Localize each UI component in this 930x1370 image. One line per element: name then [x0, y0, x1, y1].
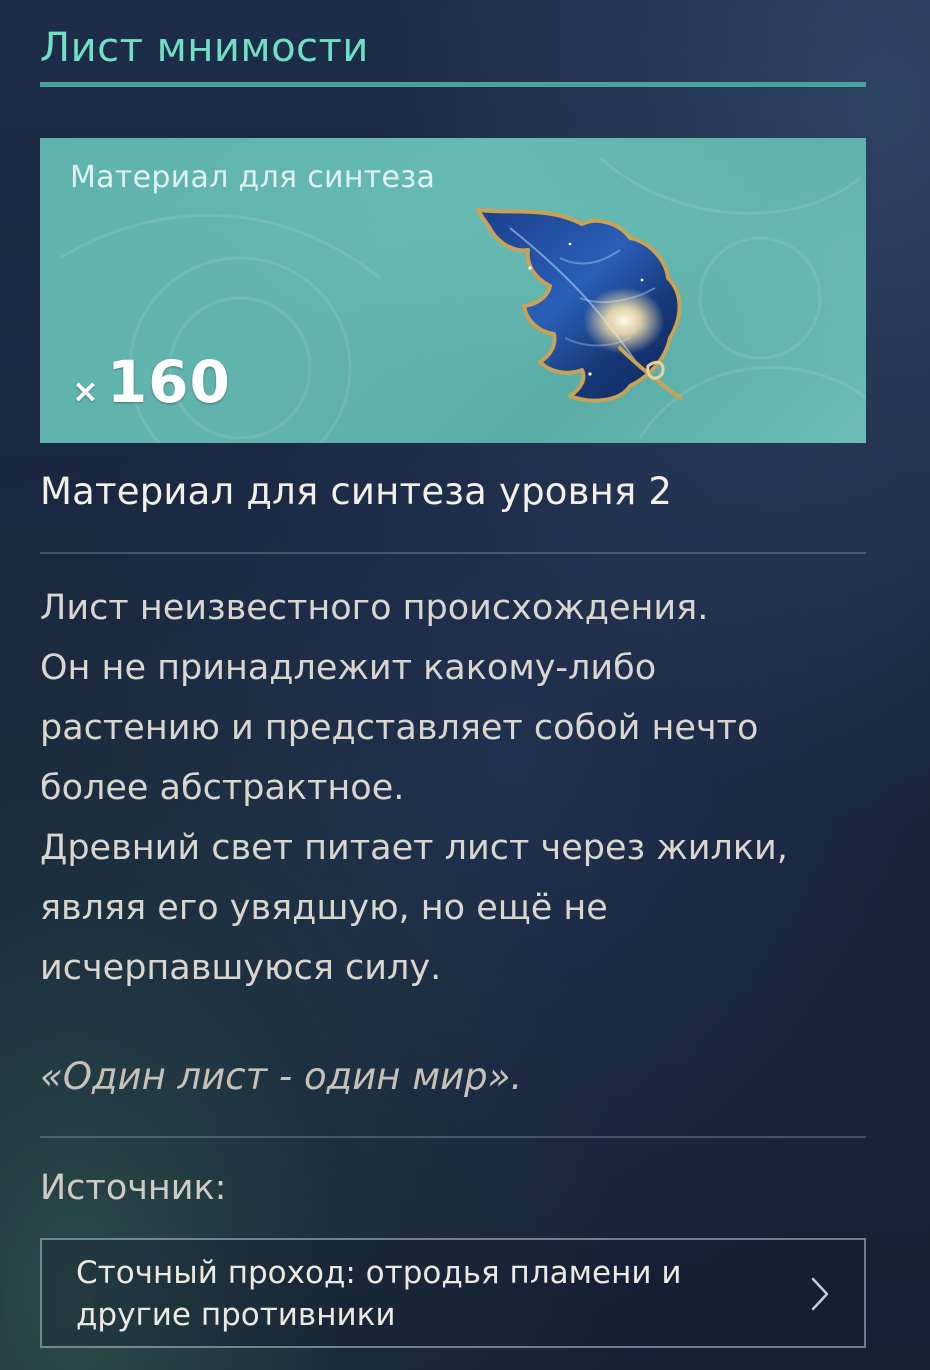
item-quote: «Один лист - один мир».	[40, 1055, 523, 1098]
source-text-line: другие противники	[76, 1297, 396, 1333]
item-title: Лист мнимости	[40, 25, 369, 71]
title-underline	[40, 82, 866, 87]
description-line: исчерпавшуюся силу.	[40, 948, 442, 988]
description-line: Он не принадлежит какому-либо	[40, 648, 657, 688]
item-card: Материал для синтеза × 160	[40, 138, 866, 443]
source-label: Источник:	[40, 1168, 227, 1208]
description-line: Древний свет питает лист через жилки,	[40, 828, 788, 868]
chevron-right-icon	[811, 1277, 829, 1311]
item-count: × 160	[72, 348, 231, 416]
divider-bottom	[40, 1136, 866, 1138]
count-value: 160	[106, 348, 231, 416]
description-line: являя его увядшую, но ещё не	[40, 888, 608, 928]
source-text-line: Сточный проход: отродья пламени и	[76, 1255, 682, 1291]
description-line: растению и представляет собой нечто	[40, 708, 759, 748]
item-description: Лист неизвестного происхождения. Он не п…	[40, 578, 870, 998]
source-button-text: Сточный проход: отродья пламени и другие…	[76, 1252, 756, 1336]
item-rarity-subtitle: Материал для синтеза уровня 2	[40, 470, 673, 513]
description-line: более абстрактное.	[40, 768, 405, 808]
description-line: Лист неизвестного происхождения.	[40, 588, 709, 628]
source-button[interactable]: Сточный проход: отродья пламени и другие…	[40, 1238, 866, 1348]
card-category-label: Материал для синтеза	[70, 160, 436, 195]
divider-top	[40, 552, 866, 554]
count-multiplier: ×	[72, 372, 99, 410]
mystic-leaf-icon	[476, 208, 682, 403]
